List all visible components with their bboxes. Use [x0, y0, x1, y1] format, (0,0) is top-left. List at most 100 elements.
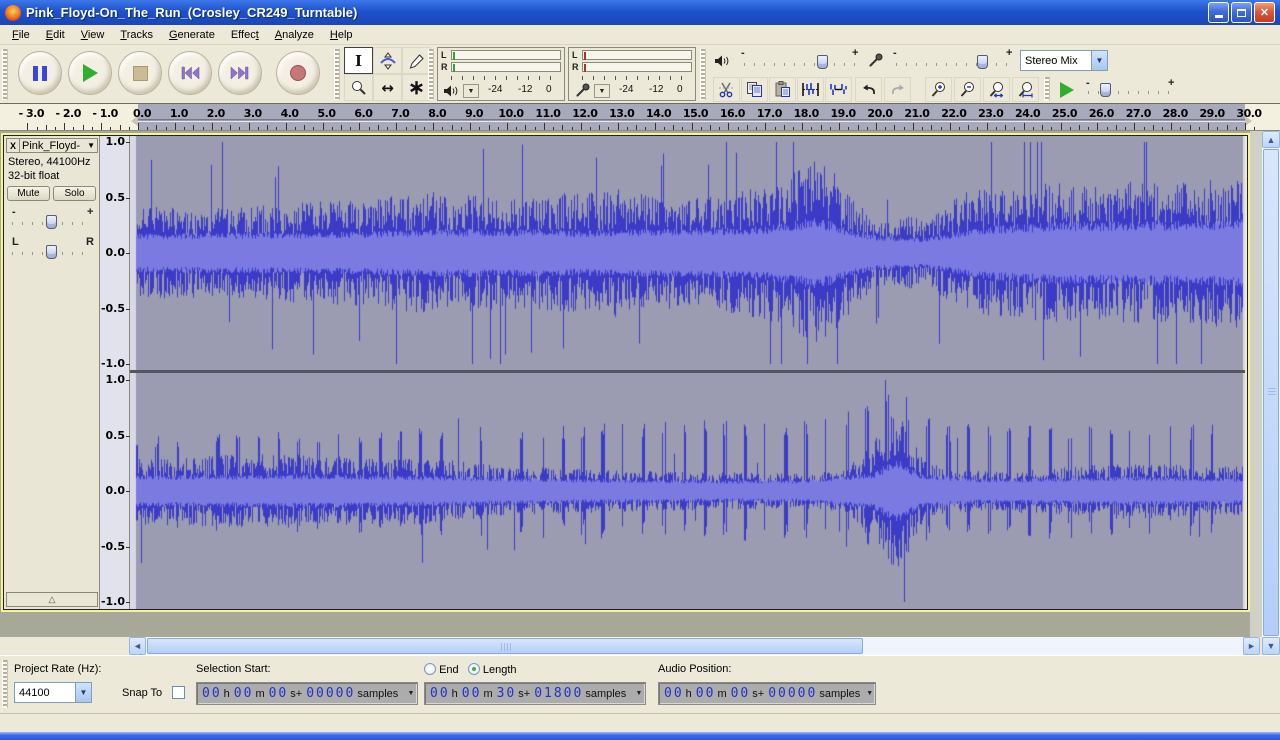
end-radio-label[interactable]: End: [439, 664, 459, 676]
selection-length-field[interactable]: 00h 00m 30s+ 01800samples ▼: [424, 682, 646, 705]
audio-position-field[interactable]: 00h 00m 00s+ 00000samples ▼: [658, 682, 876, 705]
mute-button[interactable]: Mute: [7, 186, 50, 201]
menu-tracks[interactable]: Tracks: [112, 27, 161, 43]
length-radio[interactable]: [468, 663, 480, 675]
meter-toolbar-grip[interactable]: [428, 49, 434, 100]
menu-file[interactable]: File: [4, 27, 38, 43]
seconds-value[interactable]: 30: [497, 686, 517, 701]
tools-toolbar-grip[interactable]: [334, 49, 340, 100]
menu-generate[interactable]: Generate: [161, 27, 223, 43]
vertical-scrollbar[interactable]: ▲ ▼: [1262, 131, 1280, 655]
cut-button[interactable]: [713, 77, 740, 102]
menu-effect[interactable]: Effect: [223, 27, 267, 43]
timeline-ruler[interactable]: - 3.0- 2.0- 1.00.01.02.03.04.05.06.07.08…: [0, 104, 1280, 131]
track-collapse-button[interactable]: △: [6, 592, 98, 607]
scroll-down-button[interactable]: ▼: [1262, 637, 1280, 655]
recording-meter-dropdown[interactable]: ▼: [594, 84, 610, 98]
track-close-button[interactable]: X: [7, 139, 20, 152]
horizontal-scroll-thumb[interactable]: [147, 638, 863, 654]
undo-button[interactable]: [855, 77, 882, 102]
snap-to-checkbox[interactable]: [172, 686, 185, 699]
hours-value[interactable]: 00: [430, 686, 450, 701]
skip-to-end-button[interactable]: [218, 51, 262, 95]
copy-button[interactable]: [741, 77, 768, 102]
restore-button[interactable]: [1231, 2, 1252, 23]
close-button[interactable]: ✕: [1254, 2, 1275, 23]
meter-scale-ticks: [451, 76, 561, 80]
minimize-button[interactable]: [1208, 2, 1229, 23]
draw-tool-button[interactable]: [402, 47, 431, 74]
project-rate-select[interactable]: 44100 ▼: [14, 682, 92, 703]
menu-view[interactable]: View: [73, 27, 113, 43]
pause-button[interactable]: [18, 51, 62, 95]
zoom-in-button[interactable]: [925, 77, 952, 102]
minutes-value[interactable]: 00: [234, 686, 254, 701]
ruler-tick: [673, 125, 674, 130]
solo-button[interactable]: Solo: [53, 186, 96, 201]
silence-audio-button[interactable]: [825, 77, 852, 102]
trim-audio-button[interactable]: [797, 77, 824, 102]
seconds-value[interactable]: 00: [731, 686, 751, 701]
mixer-toolbar-grip[interactable]: [700, 49, 706, 100]
input-source-select[interactable]: Stereo Mix ▼: [1020, 50, 1108, 71]
fit-project-button[interactable]: [1012, 77, 1039, 102]
track-name: Pink_Floyd-: [20, 140, 85, 152]
paste-button[interactable]: [769, 77, 796, 102]
play-button[interactable]: [68, 51, 112, 95]
track-title-bar[interactable]: X Pink_Floyd- ▼: [6, 138, 98, 153]
selection-start-field[interactable]: 00h 00m 00s+ 00000samples ▼: [196, 682, 418, 705]
ruler-tick: [498, 127, 499, 130]
transcription-toolbar-grip[interactable]: [1044, 77, 1050, 101]
zoom-out-button[interactable]: [954, 77, 981, 102]
input-volume-slider[interactable]: [977, 55, 988, 69]
recording-meter[interactable]: L R ▼ -24 -12 0: [568, 47, 696, 101]
ruler-tick: [839, 123, 840, 130]
seconds-unit: s+: [290, 688, 302, 700]
record-button[interactable]: [276, 51, 320, 95]
vertical-scroll-thumb[interactable]: [1263, 149, 1279, 636]
skip-to-start-button[interactable]: [168, 51, 212, 95]
menu-edit[interactable]: Edit: [38, 27, 73, 43]
menu-help[interactable]: Help: [322, 27, 361, 43]
gain-slider[interactable]: [46, 215, 57, 229]
waveform-left-channel[interactable]: [130, 136, 1245, 370]
track-menu-arrow-icon[interactable]: ▼: [85, 141, 97, 150]
playback-meter-dropdown[interactable]: ▼: [463, 84, 479, 98]
output-volume-slider[interactable]: [817, 55, 828, 69]
play-at-speed-button[interactable]: [1053, 77, 1080, 102]
waveform-right-channel[interactable]: [130, 373, 1245, 609]
hours-value[interactable]: 00: [664, 686, 684, 701]
field-dropdown-arrow-icon[interactable]: ▼: [405, 690, 417, 697]
fit-selection-button[interactable]: [983, 77, 1010, 102]
zoom-tool-button[interactable]: [344, 74, 373, 101]
samples-value[interactable]: 01800: [534, 686, 583, 701]
scroll-left-button[interactable]: ◄: [129, 637, 146, 655]
vertical-ruler[interactable]: 1.00.50.0-0.5-1.0 1.00.50.0-0.5-1.0: [100, 136, 130, 609]
output-speaker-icon: [714, 54, 730, 68]
seconds-value[interactable]: 00: [269, 686, 289, 701]
end-radio[interactable]: [424, 663, 436, 675]
scroll-right-button[interactable]: ►: [1243, 637, 1260, 655]
minutes-value[interactable]: 00: [696, 686, 716, 701]
time-shift-tool-button[interactable]: ↔: [373, 74, 402, 101]
field-dropdown-arrow-icon[interactable]: ▼: [864, 690, 875, 697]
selection-toolbar-grip[interactable]: [2, 660, 8, 708]
field-dropdown-arrow-icon[interactable]: ▼: [633, 690, 645, 697]
scroll-up-button[interactable]: ▲: [1262, 131, 1280, 148]
menu-analyze[interactable]: Analyze: [267, 27, 322, 43]
pan-slider[interactable]: [46, 245, 57, 259]
hours-value[interactable]: 00: [202, 686, 222, 701]
samples-value[interactable]: 00000: [306, 686, 355, 701]
redo-button[interactable]: [884, 77, 911, 102]
envelope-tool-button[interactable]: [373, 47, 402, 74]
horizontal-scrollbar[interactable]: ◄ ►: [129, 637, 1260, 655]
speed-slider[interactable]: [1100, 83, 1111, 97]
selection-tool-button[interactable]: I: [344, 47, 373, 74]
transport-toolbar-grip[interactable]: [2, 49, 8, 100]
playback-meter[interactable]: L R ▼ -24 -12 0: [437, 47, 565, 101]
length-radio-label[interactable]: Length: [483, 664, 517, 676]
samples-value[interactable]: 00000: [768, 686, 817, 701]
stop-button[interactable]: [118, 51, 162, 95]
minutes-value[interactable]: 00: [462, 686, 482, 701]
multi-tool-button[interactable]: ∗: [402, 74, 431, 101]
